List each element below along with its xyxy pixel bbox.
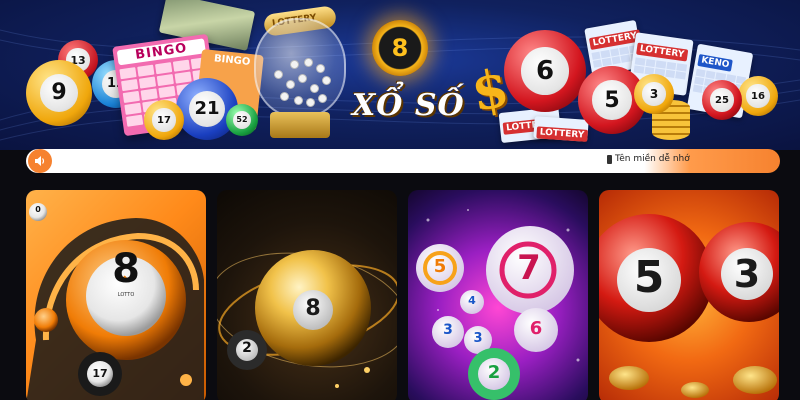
globe-stand [270, 112, 330, 138]
card-1-small-ball-17: 17 [92, 367, 108, 380]
lottery-ticket-4: LOTTERY [533, 116, 589, 142]
card-4-ball-3: 3 [733, 252, 761, 296]
ball-6: 6 [504, 30, 586, 112]
card-3-ball-4: 4 [468, 294, 476, 307]
ball-16: 16 [738, 76, 778, 116]
ball-3-number: 3 [642, 82, 666, 106]
bingo-card2-title: BINGO [213, 53, 251, 69]
ball-21-number: 21 [189, 91, 225, 127]
card-3-ball-7: 7 [517, 248, 541, 288]
card-3-ball-3b: 3 [473, 331, 483, 346]
ball-16-number: 16 [746, 84, 770, 108]
game-card-3[interactable]: 5 7 4 6 3 3 2 [408, 190, 588, 400]
announcement-bar[interactable]: Tên miền dễ nhớ [26, 149, 780, 173]
card-3-ball-2: 2 [487, 362, 501, 383]
ball-9: 9 [26, 60, 92, 126]
game-card-4[interactable]: 5 3 [599, 190, 779, 400]
hero-banner[interactable]: 13 9 12 BINGO BINGO 21 17 52 8 XỔ SỐ LOT… [0, 0, 800, 150]
ball-52: 52 [226, 104, 258, 136]
card-2-artwork [217, 250, 397, 388]
ball-25-number: 25 [710, 88, 734, 112]
game-card-1[interactable]: ◆ 8 LOTTO 0 17 [26, 190, 206, 400]
ball-6-number: 6 [521, 47, 569, 95]
ball-3: 3 [634, 74, 674, 114]
lottery-globe-image [254, 18, 346, 118]
ball-5-number: 5 [592, 80, 632, 120]
card-3-ball-6: 6 [529, 318, 543, 339]
announcement-text: Tên miền dễ nhớ [615, 154, 690, 164]
game-card-2[interactable]: 8 2 [217, 190, 397, 400]
announcement-marquee: Tên miền dễ nhớ [607, 154, 690, 164]
card-4-ball-5: 5 [633, 252, 665, 303]
brand-logo-coin[interactable]: 8 [372, 20, 428, 76]
card-2-small-ball: 2 [242, 340, 252, 356]
card-1-ball-caption: LOTTO [117, 292, 135, 298]
card-2-ball-number: 8 [305, 296, 321, 321]
game-card-grid: ◆ 8 LOTTO 0 17 8 2 5 7 4 6 3 3 2 5 3 [26, 190, 780, 400]
phone-icon [607, 154, 612, 164]
banner-title: XỔ SỐ [352, 88, 465, 123]
ball-9-number: 9 [39, 73, 79, 113]
ball-52-number: 52 [232, 110, 252, 130]
ball-25: 25 [702, 80, 742, 120]
card-1-small-ball-0: 0 [35, 205, 41, 214]
card-3-ball-3a: 3 [443, 322, 453, 338]
speaker-icon-glyph [35, 156, 45, 166]
lottery-page: 13 9 12 BINGO BINGO 21 17 52 8 XỔ SỐ LOT… [0, 0, 800, 400]
card-1-ball-number: 8 [112, 246, 140, 292]
speaker-icon[interactable] [28, 149, 52, 173]
card-3-ball-5: 5 [433, 256, 447, 277]
logo-number: 8 [391, 34, 409, 62]
ball-17: 17 [144, 100, 184, 140]
ball-17-number: 17 [152, 108, 176, 132]
